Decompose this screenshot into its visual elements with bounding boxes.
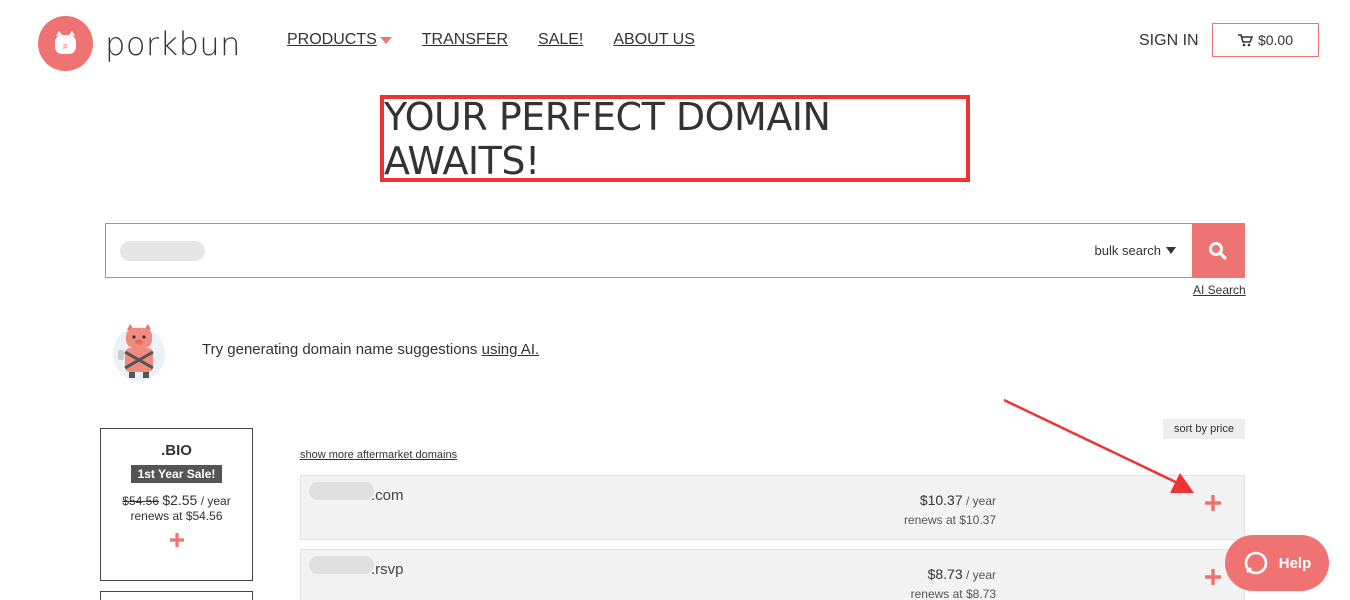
sale-tld-card[interactable]: .BIO 1st Year Sale! $54.56 $2.55 / year … xyxy=(100,428,253,581)
add-to-cart-plus-icon[interactable] xyxy=(169,532,185,553)
domain-price: $10.37 / year xyxy=(920,492,996,508)
ai-suggestion-label: Try generating domain name suggestions xyxy=(202,341,482,358)
domain-price-unit: / year xyxy=(962,568,996,582)
chat-bubble-icon xyxy=(1244,551,1268,575)
svg-text:p: p xyxy=(63,42,68,50)
brand-logo[interactable]: p porkbun xyxy=(38,16,241,71)
ai-suggestion-text: Try generating domain name suggestions u… xyxy=(202,341,539,358)
domain-renew-price: renews at $10.37 xyxy=(903,513,996,527)
nav-products[interactable]: PRODUCTS xyxy=(287,31,392,49)
aftermarket-domains-link[interactable]: show more aftermarket domains xyxy=(300,449,457,461)
hero-highlight-box: YOUR PERFECT DOMAIN AWAITS! xyxy=(380,94,970,183)
cart-icon xyxy=(1237,33,1253,46)
main-nav: PRODUCTS TRANSFER SALE! ABOUT US xyxy=(287,31,725,49)
cart-total: $0.00 xyxy=(1257,32,1294,48)
bulk-search-label: bulk search xyxy=(1094,243,1161,258)
domain-search-input[interactable] xyxy=(106,224,1095,277)
ai-search-link[interactable]: AI Search xyxy=(1193,283,1246,297)
nav-about[interactable]: ABOUT US xyxy=(613,31,695,49)
ai-suggestion-link[interactable]: using AI. xyxy=(482,341,540,358)
hero-title: YOUR PERFECT DOMAIN AWAITS! xyxy=(384,94,831,183)
add-to-cart-plus-icon[interactable] xyxy=(1204,568,1222,591)
pig-logo-icon: p xyxy=(38,16,93,71)
search-icon xyxy=(1209,241,1227,260)
sale-price-unit: / year xyxy=(197,494,231,508)
add-to-cart-plus-icon[interactable] xyxy=(1204,494,1222,517)
help-button[interactable]: Help xyxy=(1225,535,1329,591)
search-button[interactable] xyxy=(1192,224,1244,277)
caret-down-icon xyxy=(379,36,392,44)
nav-transfer[interactable]: TRANSFER xyxy=(422,31,508,49)
domain-price-value: $10.37 xyxy=(919,492,963,508)
domain-price: $8.73 / year xyxy=(928,566,996,582)
nav-products-label: PRODUCTS xyxy=(287,31,377,48)
sale-price: $54.56 $2.55 / year xyxy=(101,492,252,508)
sale-tld-card-next[interactable] xyxy=(100,591,253,600)
sale-badge: 1st Year Sale! xyxy=(130,465,223,483)
domain-name: .rsvp xyxy=(371,561,404,578)
domain-result-row[interactable]: .rsvp $8.73 / year renews at $8.73 xyxy=(300,549,1245,600)
domain-search-bar: bulk search xyxy=(105,223,1245,278)
ai-pig-illustration-icon xyxy=(110,322,168,382)
domain-price-value: $8.73 xyxy=(927,566,963,582)
domain-name: .com xyxy=(371,487,404,504)
cart-button[interactable]: $0.00 xyxy=(1212,23,1319,57)
sale-old-price: $54.56 xyxy=(122,494,159,508)
sale-renew-price: renews at $54.56 xyxy=(130,509,223,523)
help-label: Help xyxy=(1278,554,1312,572)
brand-name: porkbun xyxy=(105,24,241,63)
nav-sale[interactable]: SALE! xyxy=(538,31,583,49)
redacted-text-mask xyxy=(309,556,374,574)
domain-renew-price: renews at $8.73 xyxy=(910,587,996,600)
redacted-text-mask xyxy=(309,482,374,500)
sign-in-link[interactable]: SIGN IN xyxy=(1139,32,1199,50)
redacted-text-mask xyxy=(120,241,205,261)
sale-new-price: $2.55 xyxy=(162,492,198,508)
site-header: p porkbun PRODUCTS TRANSFER SALE! ABOUT … xyxy=(0,0,1350,85)
annotation-arrow-icon xyxy=(1003,398,1194,493)
caret-down-icon xyxy=(1166,247,1176,254)
bulk-search-toggle[interactable]: bulk search xyxy=(1095,243,1176,258)
sale-tld: .BIO xyxy=(161,442,192,459)
